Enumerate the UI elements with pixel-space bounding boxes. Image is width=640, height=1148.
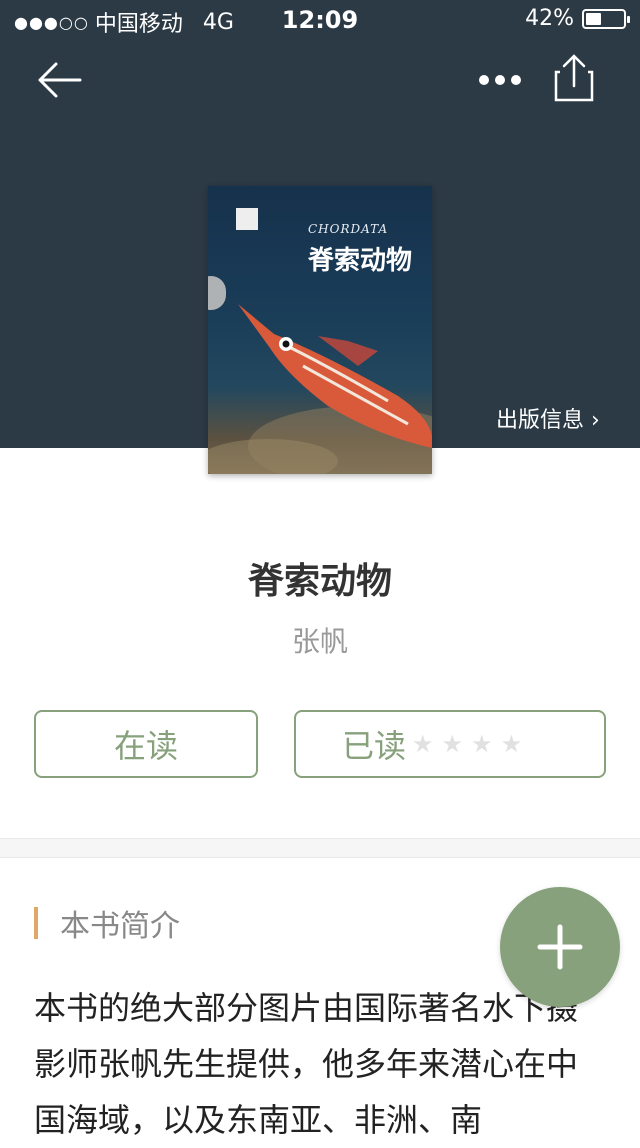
section-accent-bar <box>34 907 38 939</box>
battery-percent: 42% <box>525 6 574 31</box>
arrow-left-icon <box>38 62 82 98</box>
star-icon[interactable]: ★ <box>412 730 434 758</box>
more-button[interactable] <box>474 62 526 98</box>
rating-stars[interactable]: ★ ★ ★ ★ <box>412 730 522 758</box>
share-icon <box>554 54 594 102</box>
status-bar: ●●●○○ 中国移动 4G 12:09 42% <box>0 0 640 40</box>
star-icon[interactable]: ★ <box>471 730 493 758</box>
read-button[interactable]: 已读 ★ ★ ★ ★ <box>294 710 606 778</box>
reading-button[interactable]: 在读 <box>34 710 258 778</box>
add-button[interactable] <box>500 887 620 1007</box>
cover-seal <box>236 208 258 230</box>
status-right: 42% <box>525 6 630 31</box>
read-button-label: 已读 <box>342 727 407 765</box>
intro-heading: 本书简介 <box>34 904 180 944</box>
section-gap <box>0 839 640 857</box>
battery-icon <box>582 8 630 29</box>
star-icon[interactable]: ★ <box>501 730 523 758</box>
cover-title: 脊索动物 <box>308 246 413 276</box>
reading-button-label: 在读 <box>113 727 178 765</box>
back-button[interactable] <box>36 60 84 100</box>
book-author[interactable]: 张帆 <box>0 620 640 660</box>
divider <box>0 857 640 858</box>
book-title: 脊索动物 <box>247 561 392 602</box>
cover-subtitle: CHORDATA <box>308 222 389 236</box>
share-button[interactable] <box>552 52 596 104</box>
publication-info-link[interactable]: 出版信息 › <box>496 402 600 434</box>
top-nav <box>0 50 640 110</box>
more-horizontal-icon <box>479 75 521 85</box>
book-cover[interactable]: CHORDATA 脊索动物 <box>208 186 432 474</box>
plus-icon <box>537 924 583 970</box>
star-icon[interactable]: ★ <box>442 730 464 758</box>
intro-heading-label: 本书简介 <box>60 909 180 944</box>
